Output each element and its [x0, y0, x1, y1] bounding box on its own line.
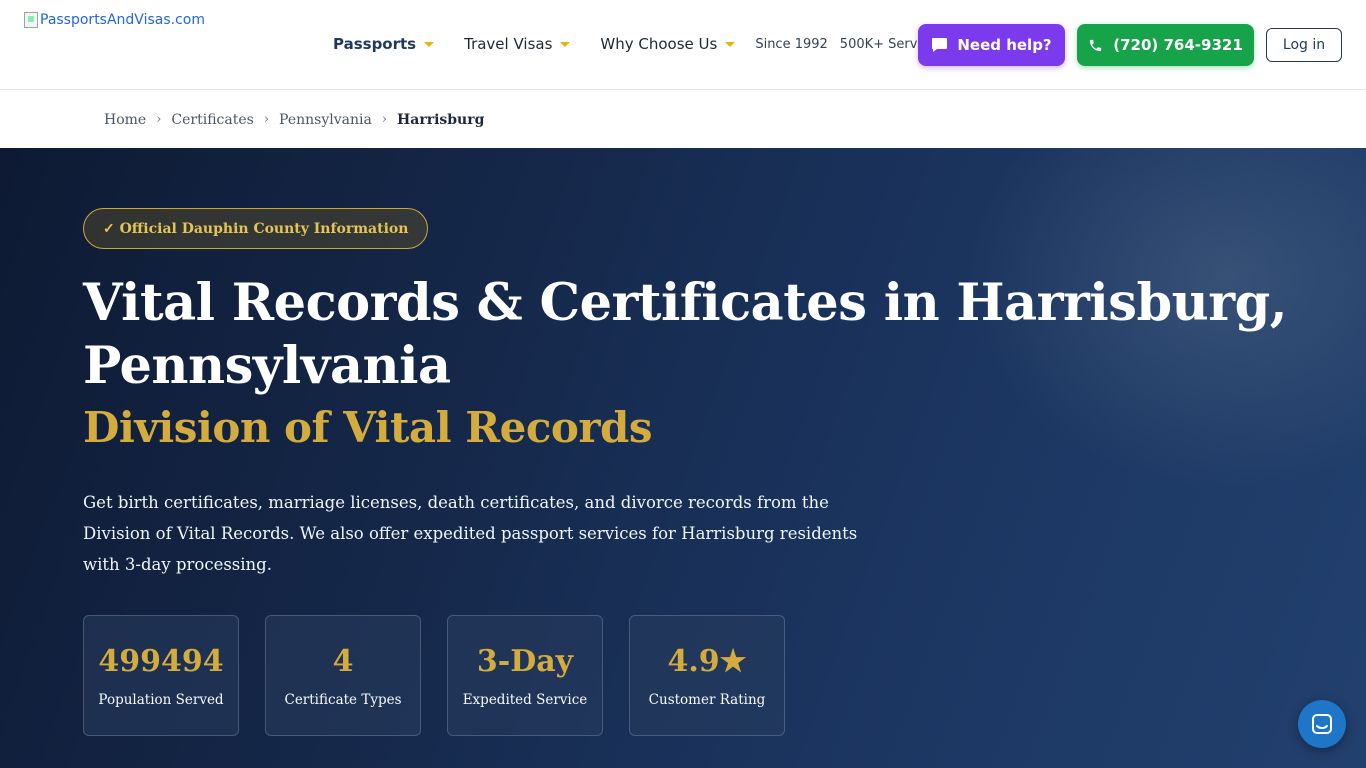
hero-description: Get birth certificates, marriage license…: [83, 493, 858, 574]
since-text: Since 1992: [755, 36, 828, 52]
main-nav: Passports Travel Visas Why Choose Us Sin…: [333, 34, 947, 54]
chevron-down-icon: [560, 41, 571, 47]
chevron-right-icon: ›: [381, 112, 388, 127]
nav-passports-label: Passports: [333, 35, 417, 53]
login-button[interactable]: Log in: [1266, 28, 1342, 62]
stat-value: 4.9★: [667, 643, 747, 679]
logo-alt-text: PassportsAndVisas.com: [40, 12, 205, 28]
phone-label: (720) 764-9321: [1113, 36, 1243, 54]
stat-label: Certificate Types: [284, 691, 402, 708]
nav-travel-visas-label: Travel Visas: [464, 35, 553, 53]
stat-label: Population Served: [98, 691, 224, 708]
stat-label: Customer Rating: [648, 691, 766, 708]
broken-image-icon: [24, 12, 38, 28]
chevron-down-icon: [424, 41, 435, 47]
official-info-badge: ✓ Official Dauphin County Information: [83, 208, 429, 249]
stat-card-certificate-types: 4 Certificate Types: [265, 615, 421, 736]
stat-card-population: 499494 Population Served: [83, 615, 239, 736]
phone-icon: [1090, 39, 1102, 51]
page-subtitle: Division of Vital Records: [83, 403, 653, 452]
site-logo[interactable]: PassportsAndVisas.com: [24, 12, 205, 28]
site-header: PassportsAndVisas.com Passports Travel V…: [0, 0, 1366, 90]
chat-widget-icon: [1312, 714, 1332, 734]
nav-why-choose-us[interactable]: Why Choose Us: [600, 35, 736, 53]
chat-widget-button[interactable]: [1298, 700, 1346, 748]
stats-row: 499494 Population Served 4 Certificate T…: [83, 615, 785, 736]
page-title: Vital Records & Certificates in Harrisbu…: [83, 273, 1288, 396]
stat-value: 499494: [98, 643, 224, 679]
breadcrumb-certificates[interactable]: Certificates: [171, 112, 253, 128]
nav-travel-visas[interactable]: Travel Visas: [464, 35, 571, 53]
breadcrumb-pennsylvania[interactable]: Pennsylvania: [279, 112, 372, 128]
stat-value: 3-Day: [476, 643, 574, 679]
breadcrumb-home[interactable]: Home: [104, 112, 146, 128]
stat-card-expedited: 3-Day Expedited Service: [447, 615, 603, 736]
breadcrumb-current: Harrisburg: [397, 111, 485, 128]
stat-value: 4: [332, 643, 354, 679]
hero-section: ✓ Official Dauphin County Information Vi…: [0, 148, 1366, 768]
chevron-right-icon: ›: [263, 112, 270, 127]
chat-icon: [932, 38, 948, 52]
phone-button[interactable]: (720) 764-9321: [1077, 24, 1254, 66]
stat-card-rating: 4.9★ Customer Rating: [629, 615, 785, 736]
need-help-label: Need help?: [957, 36, 1052, 54]
chevron-right-icon: ›: [156, 112, 162, 127]
nav-why-choose-us-label: Why Choose Us: [600, 35, 718, 53]
chevron-down-icon: [725, 41, 736, 47]
breadcrumb: Home › Certificates › Pennsylvania › Har…: [0, 91, 1366, 148]
need-help-button[interactable]: Need help?: [918, 24, 1065, 66]
nav-passports[interactable]: Passports: [333, 35, 435, 53]
stat-label: Expedited Service: [462, 691, 588, 708]
